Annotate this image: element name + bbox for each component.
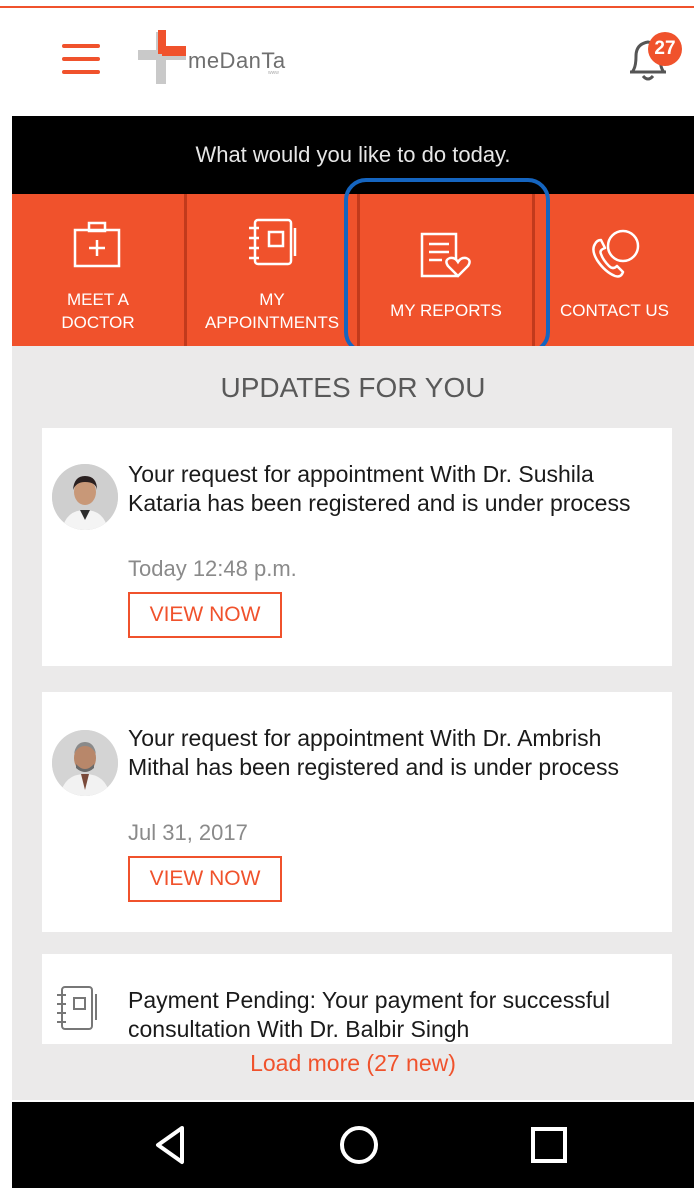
- load-more-link[interactable]: Load more (27 new): [12, 1050, 694, 1077]
- recents-icon[interactable]: [524, 1120, 574, 1170]
- updates-title: UPDATES FOR YOU: [220, 372, 486, 403]
- planner-icon: [249, 218, 297, 266]
- doctor-avatar: [52, 730, 118, 796]
- contact-us-button[interactable]: CONTACT US: [535, 194, 694, 346]
- my-appointments-line2: APPOINTMENTS: [204, 313, 340, 332]
- update-message: Your request for appointment With Dr. Su…: [128, 461, 631, 516]
- home-icon[interactable]: [334, 1120, 384, 1170]
- my-appointments-line1: MY: [259, 290, 285, 309]
- my-reports-label: MY REPORTS: [390, 301, 502, 320]
- phone-chat-icon: [592, 229, 640, 278]
- contact-us-label: CONTACT US: [560, 301, 669, 320]
- doctor-avatar: [52, 464, 118, 530]
- prompt-bar: What would you like to do today.: [12, 116, 694, 194]
- logo-subtext: www: [268, 70, 279, 76]
- update-message: Payment Pending: Your payment for succes…: [128, 987, 611, 1042]
- update-time: Jul 31, 2017: [128, 820, 248, 845]
- my-reports-button[interactable]: MY REPORTS: [360, 194, 532, 346]
- planner-icon: [57, 986, 97, 1030]
- update-card[interactable]: Your request for appointment With Dr. Am…: [42, 692, 672, 932]
- meet-a-doctor-button[interactable]: MEET A DOCTOR: [12, 194, 184, 346]
- update-message: Your request for appointment With Dr. Am…: [128, 725, 619, 780]
- updates-section: UPDATES FOR YOU Your request for appoint…: [12, 346, 694, 1100]
- quick-actions: MEET A DOCTOR MY APPOINTMENTS MY REPORTS: [12, 194, 694, 346]
- my-appointments-button[interactable]: MY APPOINTMENTS: [187, 194, 357, 346]
- update-card[interactable]: Payment Pending: Your payment for succes…: [42, 954, 672, 1044]
- medical-kit-icon: [73, 221, 121, 268]
- update-card[interactable]: Your request for appointment With Dr. Su…: [42, 428, 672, 666]
- view-now-button[interactable]: VIEW NOW: [128, 592, 282, 638]
- menu-icon[interactable]: [62, 44, 100, 76]
- view-now-button[interactable]: VIEW NOW: [128, 856, 282, 902]
- meet-a-doctor-line1: MEET A: [66, 290, 130, 309]
- update-time: Today 12:48 p.m.: [128, 556, 297, 581]
- system-nav-bar: [12, 1102, 694, 1188]
- notification-badge[interactable]: 27: [648, 32, 682, 66]
- report-heart-icon: [420, 232, 471, 278]
- app-header: [0, 8, 694, 116]
- meet-a-doctor-line2: DOCTOR: [61, 313, 135, 332]
- back-icon[interactable]: [146, 1120, 196, 1170]
